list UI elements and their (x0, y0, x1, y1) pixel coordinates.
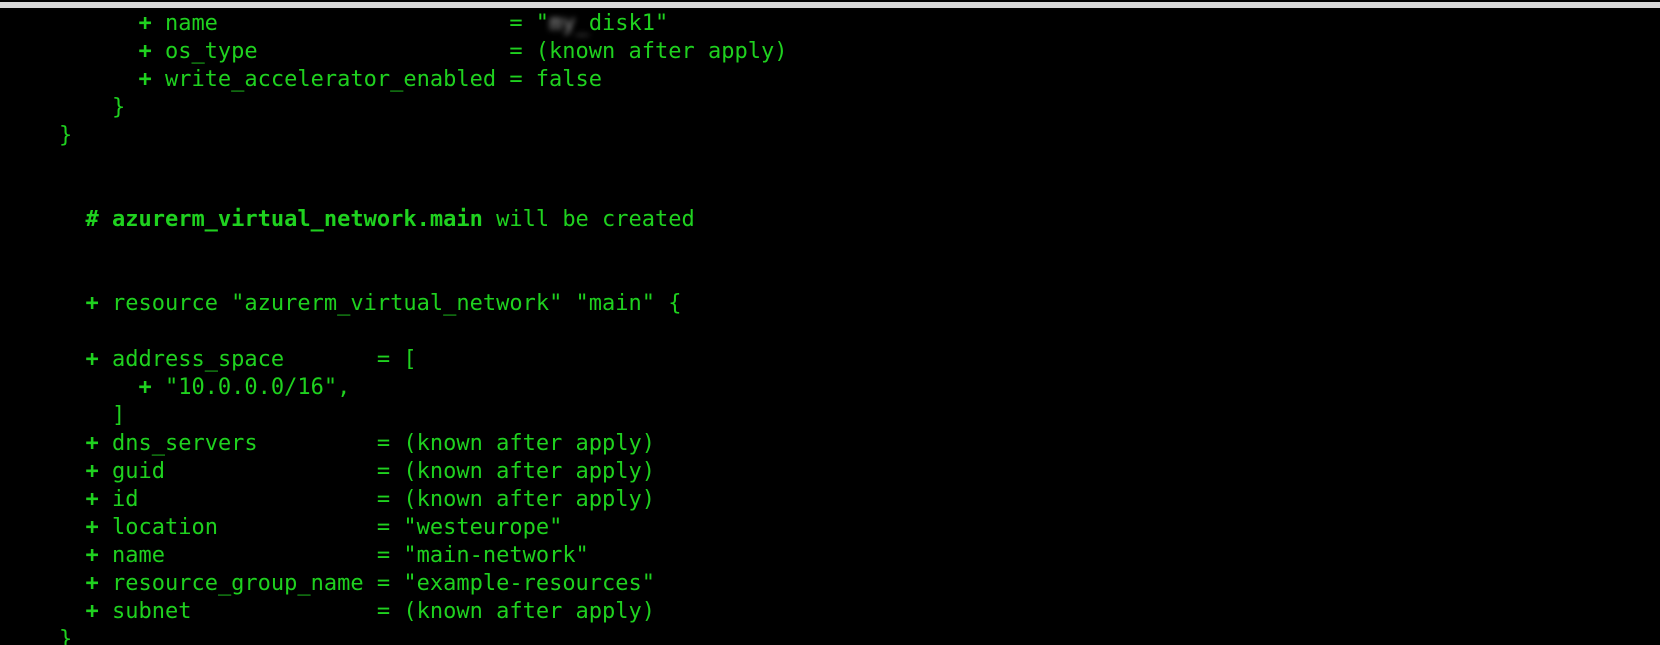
attr-row: + dns_servers = (known after apply) (6, 430, 1654, 458)
attr-row: + id = (known after apply) (6, 486, 1654, 514)
attr-row: + write_accelerator_enabled = false (6, 66, 1654, 94)
resource-comment: # azurerm_virtual_network.main will be c… (6, 178, 1654, 262)
resource-open: + resource "azurerm_virtual_network" "ma… (6, 262, 1654, 346)
attr-row: ] (6, 402, 1654, 430)
attr-row: + address_space = [ (6, 346, 1654, 374)
attr-row: + guid = (known after apply) (6, 458, 1654, 486)
close-brace: } (6, 94, 1654, 122)
attr-row: + "10.0.0.0/16", (6, 374, 1654, 402)
attr-row: + os_type = (known after apply) (6, 38, 1654, 66)
attr-row: + name = "my_disk1" (6, 10, 1654, 38)
attr-row: + subnet = (known after apply) (6, 598, 1654, 626)
attr-row: + resource_group_name = "example-resourc… (6, 570, 1654, 598)
terminal-output: + name = "my_disk1" + os_type = (known a… (0, 8, 1660, 645)
attr-row: + location = "westeurope" (6, 514, 1654, 542)
close-brace: } (6, 626, 1654, 645)
close-brace: } (6, 122, 1654, 150)
attr-row: + name = "main-network" (6, 542, 1654, 570)
